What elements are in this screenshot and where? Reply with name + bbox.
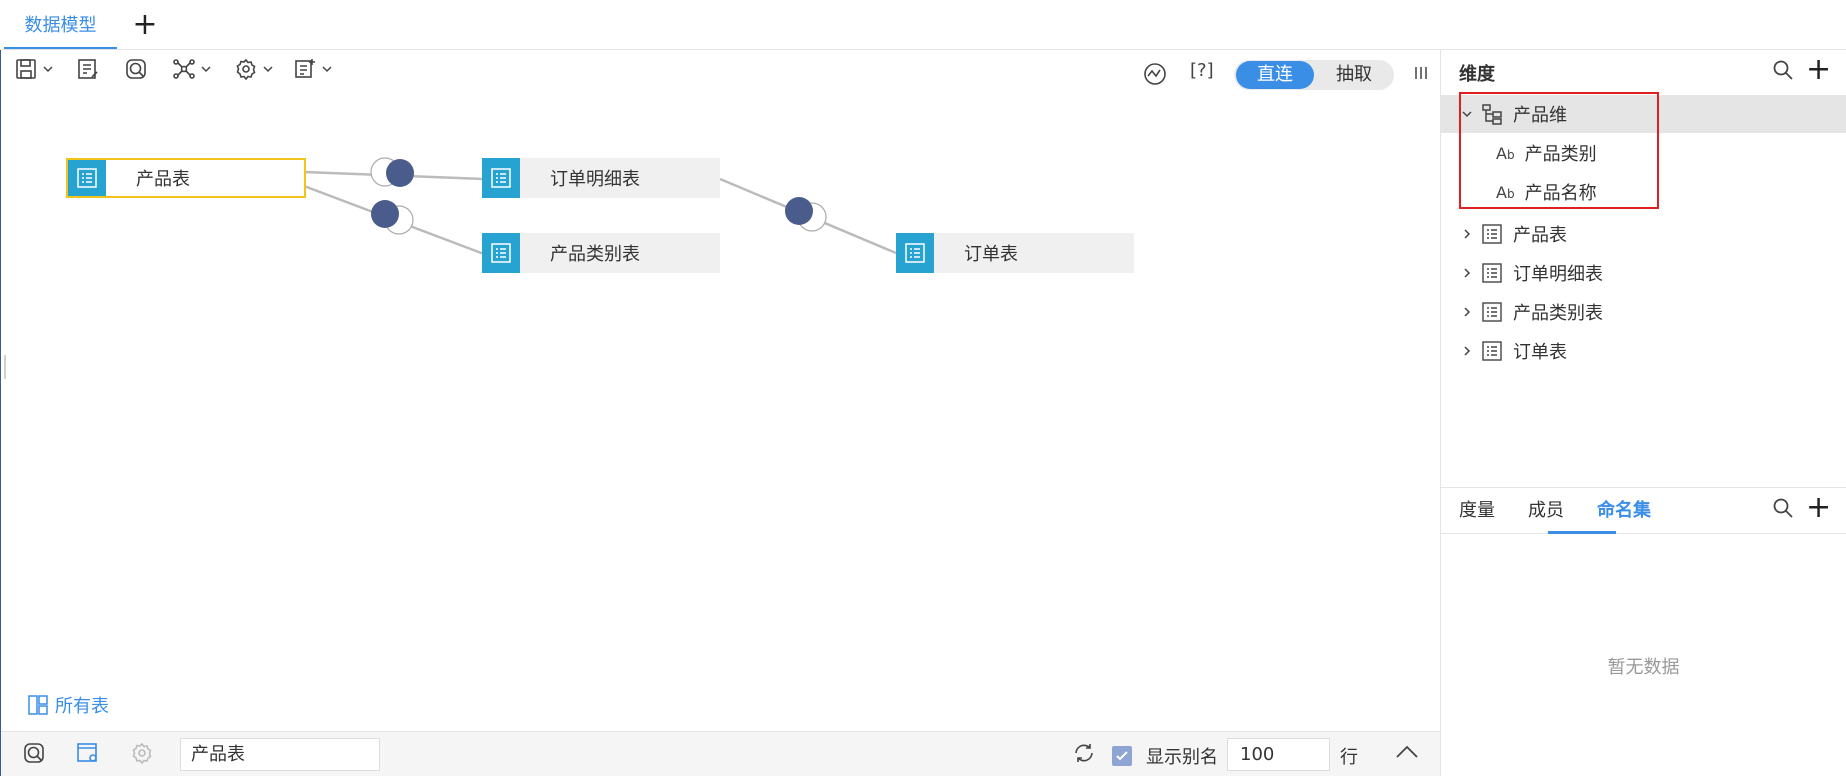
- row-count-input[interactable]: 100: [1227, 738, 1330, 771]
- show-alias-label: 显示别名: [1146, 747, 1218, 768]
- window-gear-icon: [77, 743, 97, 762]
- named-set-search-button[interactable]: [1772, 497, 1794, 524]
- search-icon: [24, 743, 44, 763]
- table-node-order[interactable]: 订单表: [896, 233, 1134, 273]
- all-tables-label: 所有表: [55, 696, 109, 717]
- table-node-product[interactable]: 产品表: [66, 158, 306, 198]
- join-indicator[interactable]: [785, 197, 827, 232]
- tree-item-label: 订单明细表: [1513, 264, 1603, 285]
- text-field-icon: Ab: [1496, 143, 1515, 163]
- table-icon: [482, 233, 520, 273]
- check-icon: [1116, 751, 1128, 761]
- refresh-button[interactable]: [1072, 741, 1096, 770]
- table-node-label: 产品表: [136, 169, 190, 190]
- join-indicator[interactable]: [371, 200, 414, 235]
- tree-item-product-name-field[interactable]: Ab 产品名称: [1441, 173, 1846, 211]
- chevron-right-icon: [1464, 229, 1471, 239]
- tree-item-label: 产品类别表: [1513, 303, 1603, 324]
- preview-data-button[interactable]: [22, 741, 46, 770]
- collapse-panel-button[interactable]: [1394, 742, 1420, 767]
- table-icon: [482, 158, 520, 198]
- search-icon: [1773, 60, 1793, 80]
- tree-item-order-table[interactable]: 订单表: [1441, 332, 1846, 370]
- table-settings-button[interactable]: [76, 741, 100, 770]
- tab-named-sets[interactable]: 命名集: [1597, 496, 1651, 522]
- refresh-icon: [1075, 744, 1093, 762]
- search-icon: [1773, 498, 1793, 518]
- active-tab-indicator: [1548, 531, 1616, 534]
- tree-item-label: 产品维: [1513, 105, 1567, 126]
- table-icon: [896, 233, 934, 273]
- table-icon: [1482, 302, 1502, 322]
- tree-item-label: 订单表: [1513, 342, 1567, 363]
- layout-icon: [28, 695, 48, 715]
- text-field-icon: Ab: [1496, 182, 1515, 202]
- tab-members[interactable]: 成员: [1528, 496, 1564, 522]
- add-dimension-button[interactable]: +: [1806, 52, 1831, 87]
- tree-item-order-detail-table[interactable]: 订单明细表: [1441, 254, 1846, 292]
- table-node-label: 订单明细表: [550, 169, 640, 190]
- table-icon: [1482, 224, 1502, 244]
- current-table-field[interactable]: 产品表: [180, 738, 380, 771]
- chevron-down-icon: [1462, 111, 1472, 118]
- all-tables-button[interactable]: 所有表: [27, 692, 109, 718]
- panel-divider: [1441, 487, 1846, 488]
- add-named-set-button[interactable]: +: [1806, 490, 1831, 525]
- join-indicator[interactable]: [370, 157, 414, 187]
- tab-measures[interactable]: 度量: [1459, 496, 1495, 522]
- empty-state-text: 暂无数据: [1607, 657, 1680, 678]
- gear-icon: [132, 742, 152, 765]
- table-node-product-category[interactable]: 产品类别表: [482, 233, 720, 273]
- dimension-search-button[interactable]: [1772, 59, 1794, 86]
- tree-item-label: 产品类别: [1524, 144, 1597, 165]
- dimensions-title: 维度: [1459, 64, 1495, 85]
- join-lines: [303, 157, 897, 256]
- chevron-right-icon: [1464, 346, 1471, 356]
- tree-item-product-category-field[interactable]: Ab 产品类别: [1441, 134, 1846, 172]
- hierarchy-icon: [1482, 104, 1502, 125]
- show-alias-checkbox[interactable]: [1112, 746, 1132, 766]
- table-node-label: 订单表: [964, 244, 1018, 265]
- table-icon: [1482, 263, 1502, 283]
- table-node-order-detail[interactable]: 订单明细表: [482, 158, 720, 198]
- tabs-divider: [1441, 533, 1846, 534]
- table-icon: [68, 160, 106, 196]
- table-icon: [1482, 341, 1502, 361]
- tree-item-label: 产品表: [1513, 225, 1567, 246]
- table-node-label: 产品类别表: [550, 244, 640, 265]
- tree-item-product-dim[interactable]: 产品维: [1441, 95, 1846, 133]
- tree-item-product-category-table[interactable]: 产品类别表: [1441, 293, 1846, 331]
- chevron-right-icon: [1464, 268, 1471, 278]
- chevron-right-icon: [1464, 307, 1471, 317]
- tree-item-label: 产品名称: [1524, 183, 1597, 204]
- chevron-up-icon: [1396, 745, 1418, 758]
- settings-button[interactable]: [130, 741, 154, 770]
- tree-item-product-table[interactable]: 产品表: [1441, 215, 1846, 253]
- row-unit-label: 行: [1340, 747, 1358, 768]
